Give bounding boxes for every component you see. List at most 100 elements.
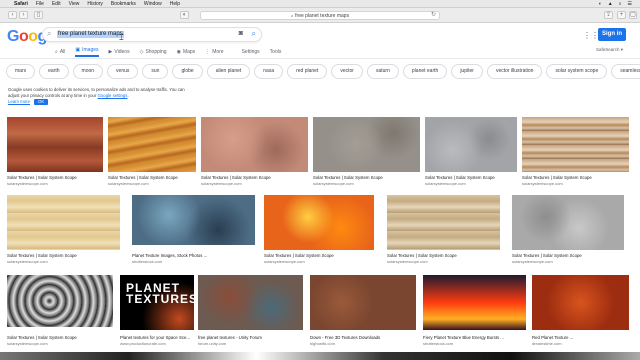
result-thumbnail[interactable] bbox=[132, 195, 255, 245]
chip-red-planet[interactable]: red planet bbox=[287, 64, 328, 79]
menu-view[interactable]: View bbox=[69, 1, 80, 7]
result-title[interactable]: Solar Textures | Solar System Scope bbox=[425, 175, 517, 180]
menu-safari[interactable]: Safari bbox=[14, 1, 28, 7]
result-title[interactable]: Solar Textures | Solar System Scope bbox=[108, 175, 196, 180]
camera-icon[interactable]: ◙ bbox=[239, 30, 243, 37]
image-result[interactable]: Red Planet Texture ... dreamstime.com bbox=[532, 275, 629, 347]
tab-shopping[interactable]: ◇ Shopping bbox=[140, 47, 167, 57]
learn-more-link[interactable]: Learn more bbox=[8, 99, 30, 105]
image-result[interactable]: Solar Textures | Solar System Scope sola… bbox=[522, 117, 629, 189]
result-title[interactable]: Planet textures for your Space Sce... bbox=[120, 335, 194, 340]
menu-edit[interactable]: Edit bbox=[52, 1, 61, 7]
cookie-ok-button[interactable]: OK bbox=[33, 99, 49, 105]
result-title[interactable]: Solar Textures | Solar System Scope bbox=[522, 175, 629, 180]
result-thumbnail[interactable] bbox=[264, 195, 374, 250]
image-result[interactable]: Solar Textures | Solar System Scope sola… bbox=[313, 117, 420, 189]
result-title[interactable]: Solar Textures | Solar System Scope bbox=[313, 175, 420, 180]
result-title[interactable]: Solar Textures | Solar System Scope bbox=[201, 175, 308, 180]
result-thumbnail[interactable] bbox=[532, 275, 629, 330]
image-result[interactable]: PLANET TEXTURES Planet textures for your… bbox=[120, 275, 197, 347]
result-title[interactable]: Down - Free 3D Textures Downloads bbox=[310, 335, 416, 340]
result-thumbnail[interactable] bbox=[512, 195, 624, 250]
tab-images[interactable]: ▣ Images bbox=[75, 47, 99, 57]
tab-all[interactable]: ⌕ All bbox=[55, 47, 65, 57]
image-result[interactable]: Solar Textures | Solar System Scope sola… bbox=[7, 195, 120, 267]
image-result[interactable]: Solar Textures | Solar System Scope sola… bbox=[264, 195, 374, 267]
result-title[interactable]: Solar Textures | Solar System Scope bbox=[264, 253, 374, 258]
status-icon-1[interactable]: ◐ bbox=[599, 1, 602, 7]
chip-earth[interactable]: earth bbox=[39, 64, 69, 79]
google-settings-link[interactable]: Google settings bbox=[98, 93, 128, 98]
chip-planet-earth[interactable]: planet earth bbox=[402, 64, 448, 79]
search-input[interactable]: free planet texture maps bbox=[57, 31, 124, 38]
menu-file[interactable]: File bbox=[36, 1, 44, 7]
sidebar-button[interactable]: ▯ bbox=[34, 11, 43, 19]
search-box[interactable]: ⌕ free planet texture maps ◙ ⌕ bbox=[42, 27, 262, 42]
chip-vector-illustration[interactable]: vector illustration bbox=[486, 64, 543, 79]
chip-seamless[interactable]: seamless bbox=[611, 64, 640, 79]
chip-globe[interactable]: globe bbox=[172, 64, 203, 79]
menu-window[interactable]: Window bbox=[144, 1, 162, 7]
image-result[interactable]: Solar Textures | Solar System Scope sola… bbox=[425, 117, 517, 189]
menu-bookmarks[interactable]: Bookmarks bbox=[111, 1, 136, 7]
result-thumbnail[interactable] bbox=[313, 117, 420, 172]
tab-settings[interactable]: Settings bbox=[242, 47, 260, 57]
privacy-icon[interactable]: ◐ bbox=[180, 11, 189, 19]
result-title[interactable]: Solar Textures | Solar System Scope bbox=[512, 253, 624, 258]
chip-vector[interactable]: vector bbox=[331, 64, 363, 79]
reload-icon[interactable]: ↻ bbox=[431, 12, 436, 19]
result-title[interactable]: Planet Texture Images, Stock Photos ... bbox=[132, 253, 255, 258]
result-title[interactable]: free planet textures - Unity Forum bbox=[198, 335, 303, 340]
tab-more[interactable]: ⋮ More bbox=[205, 47, 223, 57]
chip-nasa[interactable]: nasa bbox=[254, 64, 284, 79]
result-thumbnail[interactable] bbox=[425, 117, 517, 172]
result-thumbnail[interactable] bbox=[522, 117, 629, 172]
image-result[interactable]: Solar Textures | Solar System Scope sola… bbox=[201, 117, 308, 189]
tab-maps[interactable]: ◉ Maps bbox=[177, 47, 196, 57]
result-thumbnail[interactable] bbox=[7, 117, 103, 172]
image-result[interactable]: free planet textures - Unity Forum forum… bbox=[198, 275, 303, 347]
chip-alien-planet[interactable]: alien planet bbox=[206, 64, 251, 79]
chip-mars[interactable]: mars bbox=[6, 64, 36, 79]
status-icon-2[interactable]: ▲ bbox=[608, 1, 613, 7]
new-tab-button[interactable]: + bbox=[617, 11, 626, 19]
image-result[interactable]: Fiery Planet Texture Blue Energy Bursts … bbox=[423, 275, 526, 347]
result-thumbnail[interactable]: PLANET TEXTURES bbox=[120, 275, 197, 330]
chip-jupiter[interactable]: jupiter bbox=[451, 64, 483, 79]
search-submit-icon[interactable]: ⌕ bbox=[252, 29, 256, 39]
forward-button[interactable]: › bbox=[19, 11, 28, 19]
result-title[interactable]: Solar Textures | Solar System Scope bbox=[7, 253, 120, 258]
result-thumbnail[interactable] bbox=[423, 275, 526, 330]
image-result[interactable]: Solar Textures | Solar System Scope sola… bbox=[108, 117, 196, 189]
share-button[interactable]: ⇪ bbox=[604, 11, 613, 19]
image-result[interactable]: Solar Textures | Solar System Scope sola… bbox=[512, 195, 624, 267]
safesearch-toggle[interactable]: SafeSearch ▾ bbox=[596, 47, 623, 53]
image-result[interactable]: Planet Texture Images, Stock Photos ... … bbox=[132, 195, 255, 267]
chip-moon[interactable]: moon bbox=[72, 64, 104, 79]
tab-tools[interactable]: Tools bbox=[270, 47, 282, 57]
back-button[interactable]: ‹ bbox=[8, 11, 17, 19]
tab-videos[interactable]: ▶ Videos bbox=[109, 47, 130, 57]
menu-help[interactable]: Help bbox=[170, 1, 180, 7]
result-thumbnail[interactable] bbox=[198, 275, 303, 330]
sign-in-button[interactable]: Sign in bbox=[598, 28, 626, 41]
image-result[interactable]: Solar Textures | Solar System Scope sola… bbox=[387, 195, 500, 267]
control-center-icon[interactable]: ☰ bbox=[628, 1, 632, 7]
chip-venus[interactable]: venus bbox=[107, 64, 139, 79]
result-thumbnail[interactable] bbox=[310, 275, 416, 330]
result-title[interactable]: Solar Textures | Solar System Scope bbox=[387, 253, 500, 258]
chip-sun[interactable]: sun bbox=[142, 64, 169, 79]
result-title[interactable]: Fiery Planet Texture Blue Energy Bursts … bbox=[423, 335, 526, 340]
result-title[interactable]: Red Planet Texture ... bbox=[532, 335, 629, 340]
result-thumbnail[interactable] bbox=[7, 275, 113, 327]
image-result[interactable]: Solar Textures | Solar System Scope sola… bbox=[7, 275, 113, 347]
spotlight-icon[interactable]: ⌕ bbox=[619, 1, 622, 7]
result-thumbnail[interactable] bbox=[387, 195, 500, 250]
address-bar[interactable]: a free planet texture maps ↻ bbox=[200, 11, 440, 20]
image-result[interactable]: Down - Free 3D Textures Downloads bighos… bbox=[310, 275, 416, 347]
result-thumbnail[interactable] bbox=[201, 117, 308, 172]
chip-solar-system-scope[interactable]: solar system scope bbox=[546, 64, 608, 79]
menu-history[interactable]: History bbox=[87, 1, 103, 7]
result-thumbnail[interactable] bbox=[7, 195, 120, 250]
image-result[interactable]: Solar Textures | Solar System Scope sola… bbox=[7, 117, 103, 189]
